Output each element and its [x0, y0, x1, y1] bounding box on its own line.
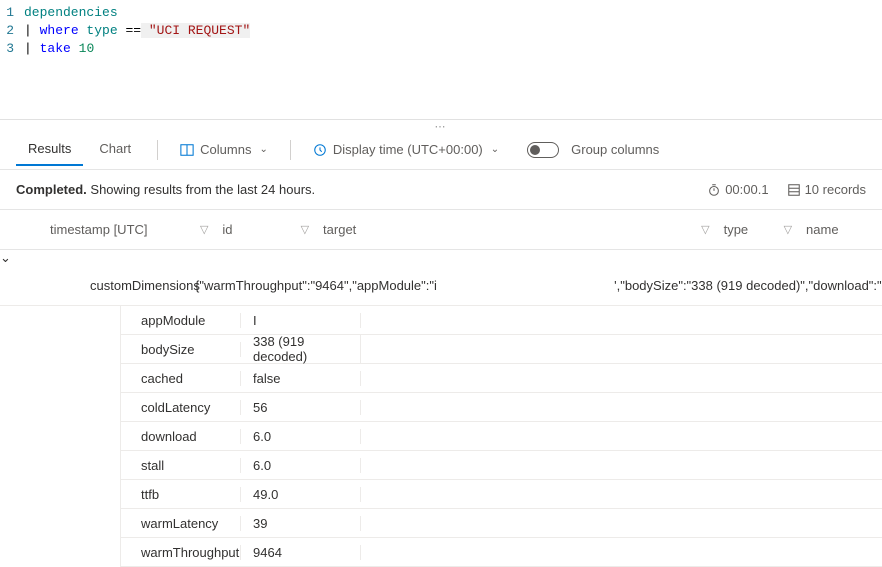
status-showing: Showing results from the last 24 hours.: [87, 182, 315, 197]
columns-button[interactable]: Columns ⌄: [172, 138, 276, 161]
divider: [290, 140, 291, 160]
toggle-switch[interactable]: [527, 142, 559, 158]
code-line[interactable]: 2| where type == "UCI REQUEST": [0, 22, 882, 40]
detail-row[interactable]: appModuleI: [121, 306, 882, 335]
details-table: appModuleIbodySize338 (919 decoded)cache…: [120, 306, 882, 567]
preview-left: {"warmThroughput":"9464","appModule":"i: [195, 278, 437, 293]
clock-icon: [313, 143, 327, 157]
column-label: target: [323, 222, 356, 237]
column-name[interactable]: name: [792, 222, 866, 237]
code-text[interactable]: dependencies: [24, 4, 118, 22]
detail-key: stall: [121, 458, 241, 473]
detail-row[interactable]: stall6.0: [121, 451, 882, 480]
detail-value: I: [241, 313, 361, 328]
detail-value: 56: [241, 400, 361, 415]
detail-row[interactable]: ttfb49.0: [121, 480, 882, 509]
filter-icon[interactable]: ▽: [784, 223, 792, 236]
chevron-down-icon: ⌄: [259, 144, 267, 155]
detail-key: cached: [121, 371, 241, 386]
record-count: 10 records: [787, 182, 866, 197]
column-label: timestamp [UTC]: [50, 222, 148, 237]
group-columns-label: Group columns: [571, 142, 659, 157]
line-number: 1: [0, 4, 24, 22]
records-icon: [787, 183, 801, 197]
column-label: type: [724, 222, 749, 237]
tab-results[interactable]: Results: [16, 133, 83, 166]
detail-row[interactable]: download6.0: [121, 422, 882, 451]
code-line[interactable]: 1dependencies: [0, 4, 882, 22]
column-id[interactable]: id: [208, 222, 300, 237]
detail-value: 6.0: [241, 429, 361, 444]
line-number: 2: [0, 22, 24, 40]
column-timestamp[interactable]: timestamp [UTC]: [50, 222, 200, 237]
expanded-row[interactable]: customDimensions {"warmThroughput":"9464…: [0, 266, 882, 306]
status-text: Completed. Showing results from the last…: [16, 182, 315, 197]
detail-row[interactable]: bodySize338 (919 decoded): [121, 335, 882, 364]
detail-key: ttfb: [121, 487, 241, 502]
detail-key: download: [121, 429, 241, 444]
detail-key: appModule: [121, 313, 241, 328]
detail-value: 49.0: [241, 487, 361, 502]
detail-value: false: [241, 371, 361, 386]
tab-chart[interactable]: Chart: [87, 133, 143, 166]
detail-row[interactable]: cachedfalse: [121, 364, 882, 393]
detail-value: 6.0: [241, 458, 361, 473]
records-value: 10 records: [805, 182, 866, 197]
filter-icon[interactable]: ▽: [701, 223, 709, 236]
collapse-icon[interactable]: ⌄: [0, 250, 11, 265]
filter-icon[interactable]: ▽: [200, 223, 208, 236]
divider: [157, 140, 158, 160]
status-completed: Completed.: [16, 182, 87, 197]
code-text[interactable]: | take 10: [24, 40, 94, 58]
stopwatch-icon: [707, 183, 721, 197]
detail-key: warmThroughput: [121, 545, 241, 560]
detail-value: 9464: [241, 545, 361, 560]
detail-value: 39: [241, 516, 361, 531]
preview-right: ',"bodySize":"338 (919 decoded)","downlo…: [614, 278, 882, 293]
table-header: timestamp [UTC] ▽ id ▽ target ▽ type ▽ n…: [0, 210, 882, 250]
display-time-button[interactable]: Display time (UTC+00:00) ⌄: [305, 138, 507, 161]
detail-value: 338 (919 decoded): [241, 334, 361, 364]
columns-label: Columns: [200, 142, 251, 157]
results-toolbar: Results Chart Columns ⌄ Display time (UT…: [0, 130, 882, 170]
detail-key: warmLatency: [121, 516, 241, 531]
group-columns-toggle[interactable]: Group columns: [519, 138, 667, 162]
elapsed-value: 00:00.1: [725, 182, 768, 197]
detail-key: bodySize: [121, 342, 241, 357]
resize-handle[interactable]: ⋯: [0, 120, 882, 130]
status-bar: Completed. Showing results from the last…: [0, 170, 882, 210]
detail-key: coldLatency: [121, 400, 241, 415]
expanded-preview: {"warmThroughput":"9464","appModule":"i …: [195, 278, 882, 293]
chevron-down-icon: ⌄: [491, 144, 499, 155]
column-label: name: [806, 222, 839, 237]
elapsed-time: 00:00.1: [707, 182, 768, 197]
display-time-label: Display time (UTC+00:00): [333, 142, 483, 157]
detail-row[interactable]: coldLatency56: [121, 393, 882, 422]
filter-icon[interactable]: ▽: [301, 223, 309, 236]
line-number: 3: [0, 40, 24, 58]
query-editor[interactable]: 1dependencies2| where type == "UCI REQUE…: [0, 0, 882, 120]
column-label: id: [222, 222, 232, 237]
detail-row[interactable]: warmThroughput9464: [121, 538, 882, 567]
code-text[interactable]: | where type == "UCI REQUEST": [24, 22, 250, 40]
code-line[interactable]: 3| take 10: [0, 40, 882, 58]
detail-row[interactable]: warmLatency39: [121, 509, 882, 538]
columns-icon: [180, 143, 194, 157]
expanded-key: customDimensions: [50, 278, 195, 293]
column-target[interactable]: target: [309, 222, 701, 237]
column-type[interactable]: type: [710, 222, 784, 237]
